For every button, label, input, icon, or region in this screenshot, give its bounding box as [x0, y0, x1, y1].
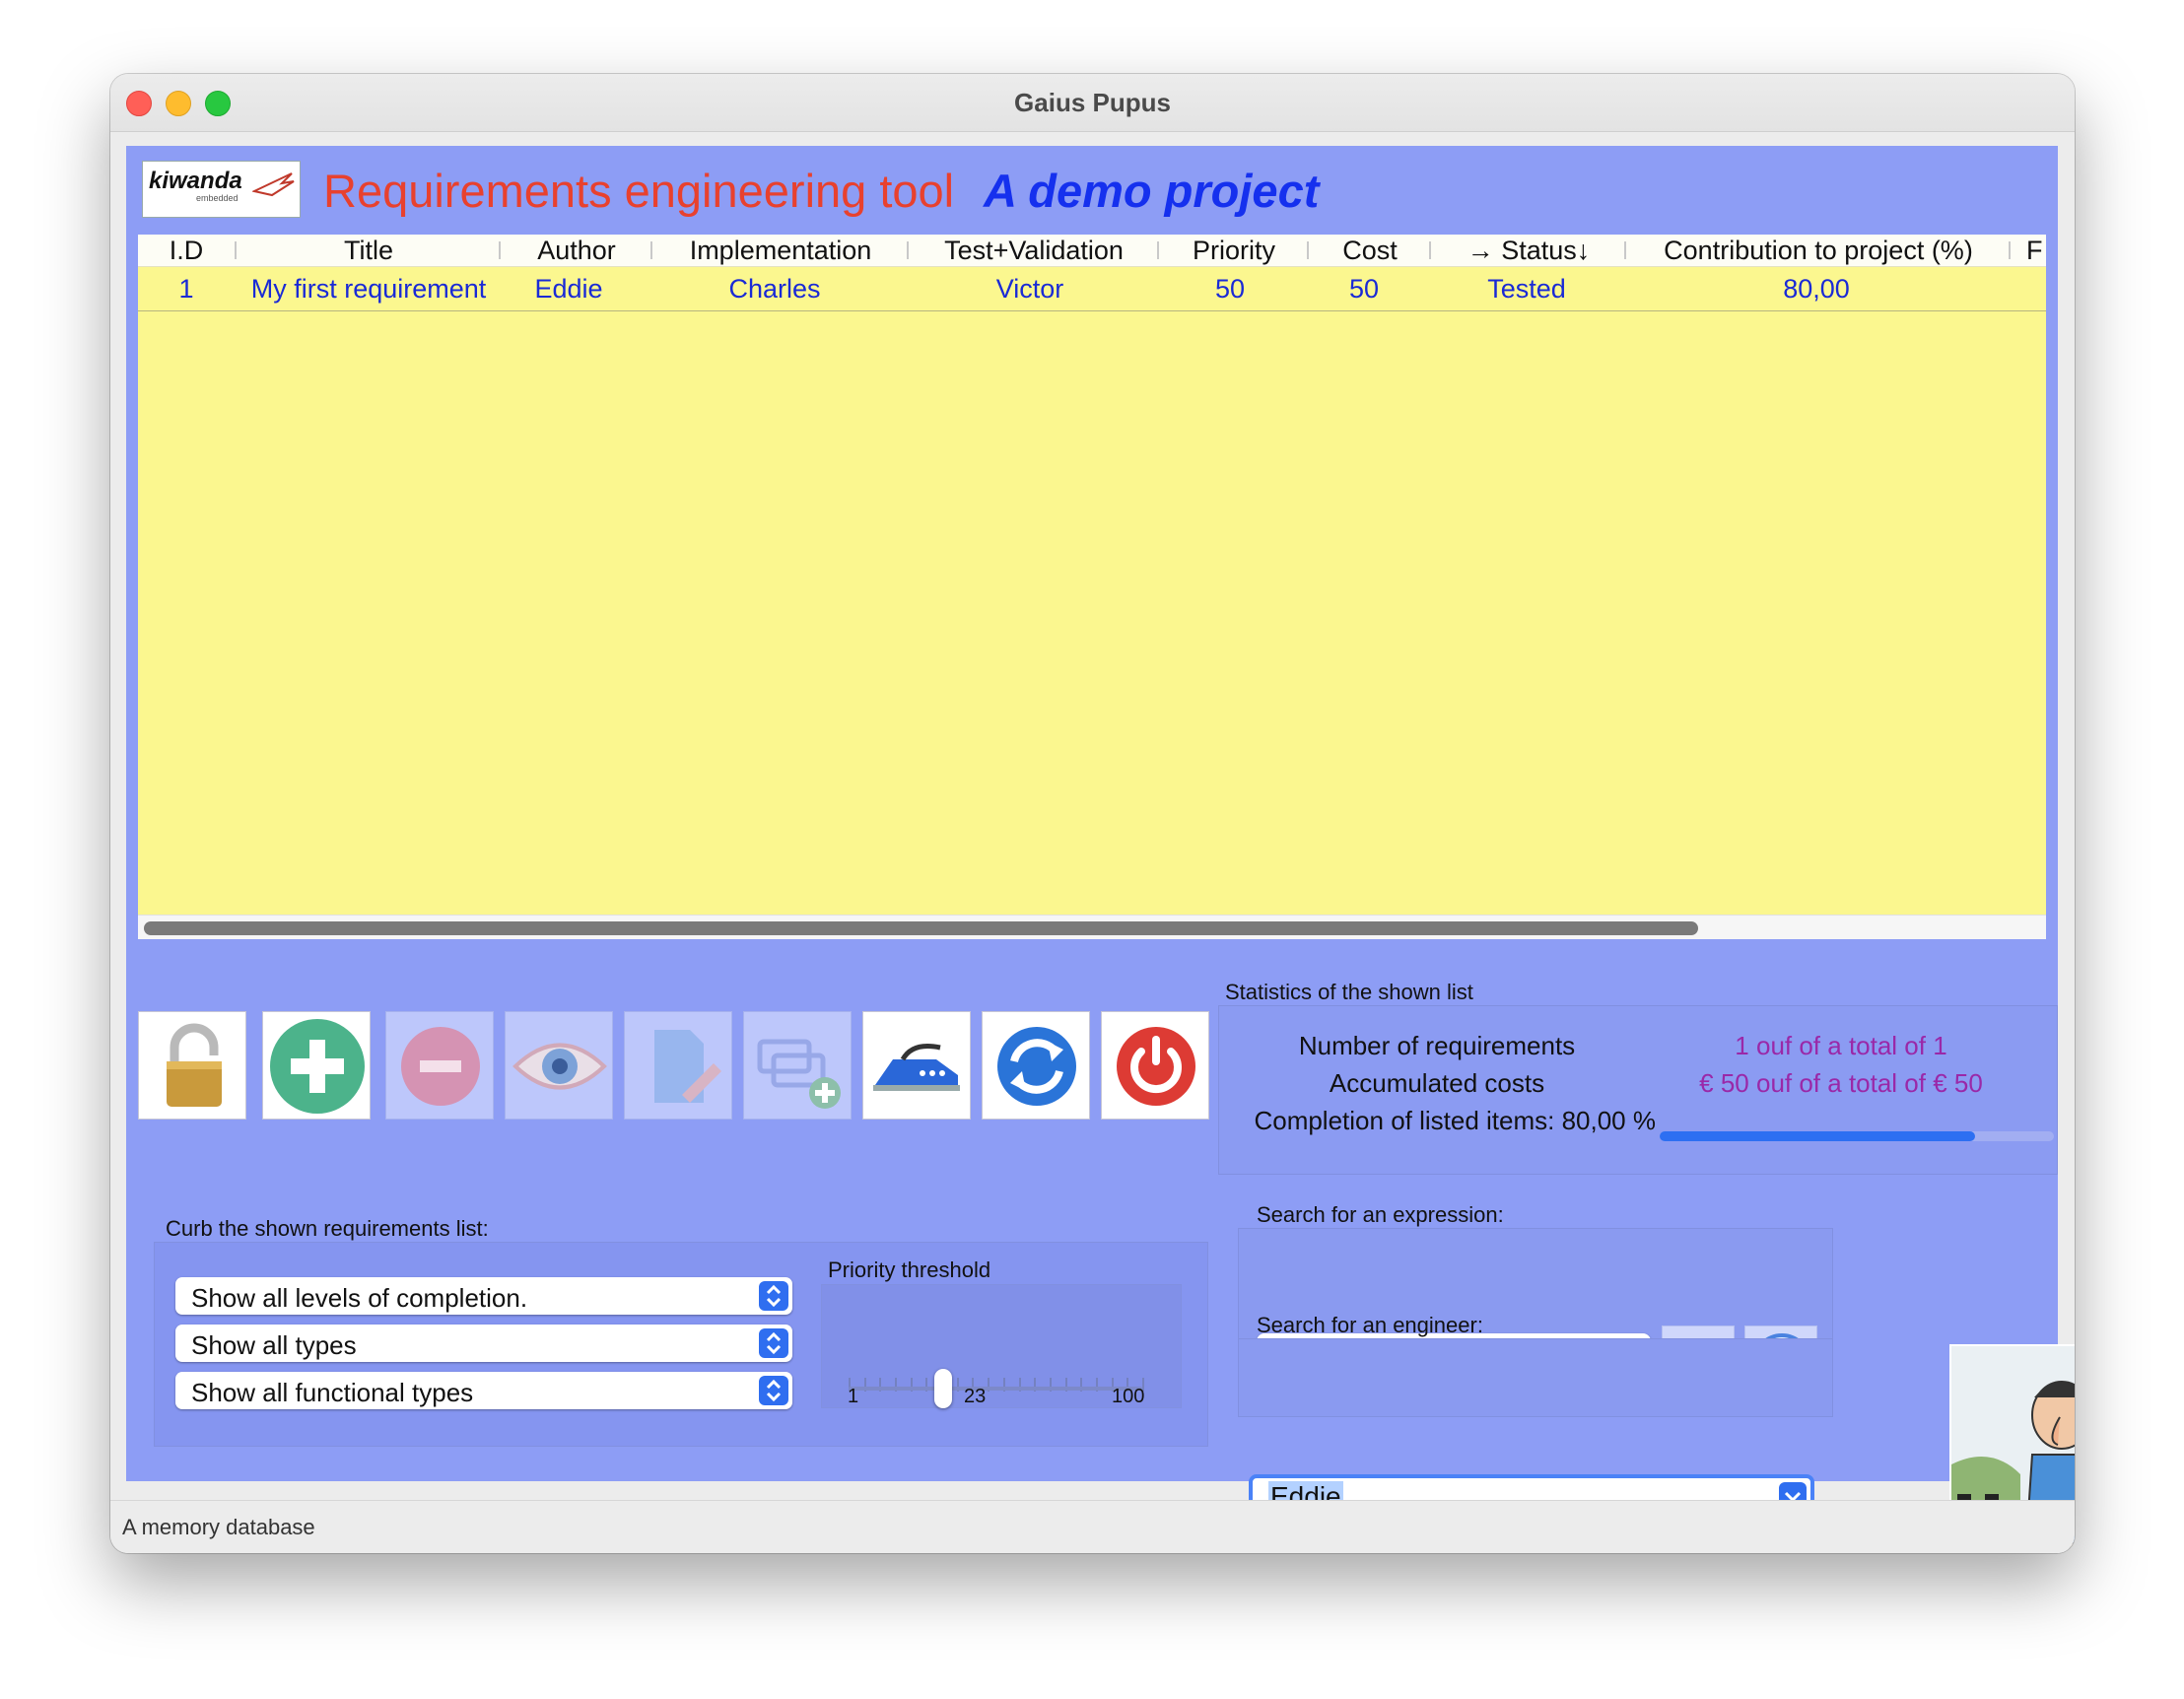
chevron-updown-icon: [759, 1328, 788, 1358]
scrollbar-thumb[interactable]: [144, 921, 1698, 935]
minus-circle-icon: [401, 1027, 480, 1106]
duplicate-requirement-button[interactable]: [743, 1011, 852, 1120]
view-requirement-button[interactable]: [505, 1011, 613, 1120]
remove-requirement-button[interactable]: [385, 1011, 494, 1120]
cell-id: 1: [178, 274, 194, 304]
padlock-icon: [167, 1023, 222, 1107]
cell-contribution: 80,00: [1783, 274, 1850, 304]
column-header-status[interactable]: → Status↓: [1433, 235, 1624, 266]
number-of-requirements-value: 1 ouf of a total of 1: [1735, 1031, 1947, 1060]
horizontal-scrollbar[interactable]: [138, 915, 2046, 939]
priority-value-label: 23: [964, 1386, 987, 1407]
chevron-updown-icon: [759, 1376, 788, 1405]
cell-title: My first requirement: [250, 274, 487, 304]
add-requirement-button[interactable]: [262, 1011, 371, 1120]
functional-types-select[interactable]: Show all functional types: [175, 1372, 792, 1409]
project-title: A demo project: [984, 165, 1320, 217]
refresh-button[interactable]: [982, 1011, 1090, 1120]
table-row[interactable]: 1 My first requirement Eddie Charles Vic…: [138, 267, 2046, 311]
priority-slider-knob[interactable]: [934, 1369, 953, 1408]
column-header-id[interactable]: I.D: [158, 235, 215, 266]
cell-priority: 50: [1214, 274, 1246, 304]
duplicate-plus-icon: [757, 1039, 841, 1109]
priority-min-label: 1: [848, 1386, 859, 1407]
accumulated-costs-value: € 50 ouf of a total of € 50: [1699, 1068, 1983, 1098]
statistics-group-label: Statistics of the shown list: [1225, 980, 1473, 1004]
refresh-icon: [997, 1027, 1076, 1106]
quit-button[interactable]: [1101, 1011, 1209, 1120]
search-engineer-box: [1238, 1338, 1833, 1417]
plus-circle-icon: [270, 1019, 365, 1114]
status-text: A memory database: [122, 1515, 315, 1539]
completion-level-select[interactable]: Show all levels of completion.: [175, 1277, 792, 1315]
cell-cost: 50: [1348, 274, 1380, 304]
completion-label: Completion of listed items: 80,00 %: [1254, 1106, 1656, 1135]
cell-implementation: Charles: [728, 274, 821, 304]
functional-types-value: Show all functional types: [191, 1378, 474, 1407]
app-window: Gaius Pupus kiwanda embedded Requirement…: [110, 74, 2075, 1553]
kiwanda-logo: kiwanda embedded: [142, 161, 301, 218]
app-title: Requirements engineering tool: [323, 165, 955, 217]
completion-progress-bar: [1660, 1131, 2054, 1141]
search-expression-label: Search for an expression:: [1257, 1202, 1504, 1227]
column-header-contribution[interactable]: Contribution to project (%): [1628, 235, 2009, 266]
status-bar: A memory database: [110, 1500, 2075, 1553]
title-bar[interactable]: Gaius Pupus: [110, 74, 2075, 132]
column-header-priority[interactable]: Priority: [1161, 235, 1307, 266]
search-engineer-label: Search for an engineer:: [1257, 1313, 1483, 1337]
column-header-cost[interactable]: Cost: [1311, 235, 1429, 266]
eye-icon: [512, 1043, 607, 1090]
number-of-requirements-label: Number of requirements: [1298, 1031, 1576, 1060]
column-header-implementation[interactable]: Implementation: [654, 235, 907, 266]
window-title: Gaius Pupus: [1014, 88, 1171, 117]
requirements-table[interactable]: I.D Title Author Implementation Test+Val…: [138, 235, 2046, 939]
accumulated-costs-label: Accumulated costs: [1329, 1068, 1545, 1098]
column-header-f[interactable]: F: [2026, 235, 2046, 266]
column-header-title[interactable]: Title: [239, 235, 499, 266]
main-content: kiwanda embedded Requirements engineerin…: [126, 146, 2075, 1553]
table-header: I.D Title Author Implementation Test+Val…: [138, 235, 2046, 267]
lock-button[interactable]: [138, 1011, 246, 1120]
priority-slider-track[interactable]: [849, 1387, 1142, 1391]
logo-text: kiwanda: [149, 168, 242, 194]
edit-requirement-button[interactable]: [624, 1011, 732, 1120]
logo-subtext: embedded: [196, 193, 239, 203]
power-icon: [1117, 1027, 1195, 1106]
cell-author: Eddie: [534, 274, 603, 304]
completion-level-value: Show all levels of completion.: [191, 1283, 528, 1313]
priority-threshold-label: Priority threshold: [828, 1257, 991, 1282]
chevron-updown-icon: [759, 1281, 788, 1311]
plane-icon: [252, 172, 295, 197]
iron-button[interactable]: [862, 1011, 971, 1120]
types-value: Show all types: [191, 1330, 357, 1360]
column-header-author[interactable]: Author: [503, 235, 650, 266]
completion-progress-fill: [1660, 1131, 1975, 1141]
types-select[interactable]: Show all types: [175, 1325, 792, 1362]
filters-group-label: Curb the shown requirements list:: [166, 1216, 489, 1241]
iron-icon: [873, 1044, 960, 1091]
column-header-test-validation[interactable]: Test+Validation: [911, 235, 1157, 266]
priority-max-label: 100: [1112, 1386, 1145, 1407]
document-pencil-icon: [654, 1030, 721, 1103]
cell-status: Tested: [1487, 274, 1566, 304]
cell-test-validation: Victor: [995, 274, 1064, 304]
